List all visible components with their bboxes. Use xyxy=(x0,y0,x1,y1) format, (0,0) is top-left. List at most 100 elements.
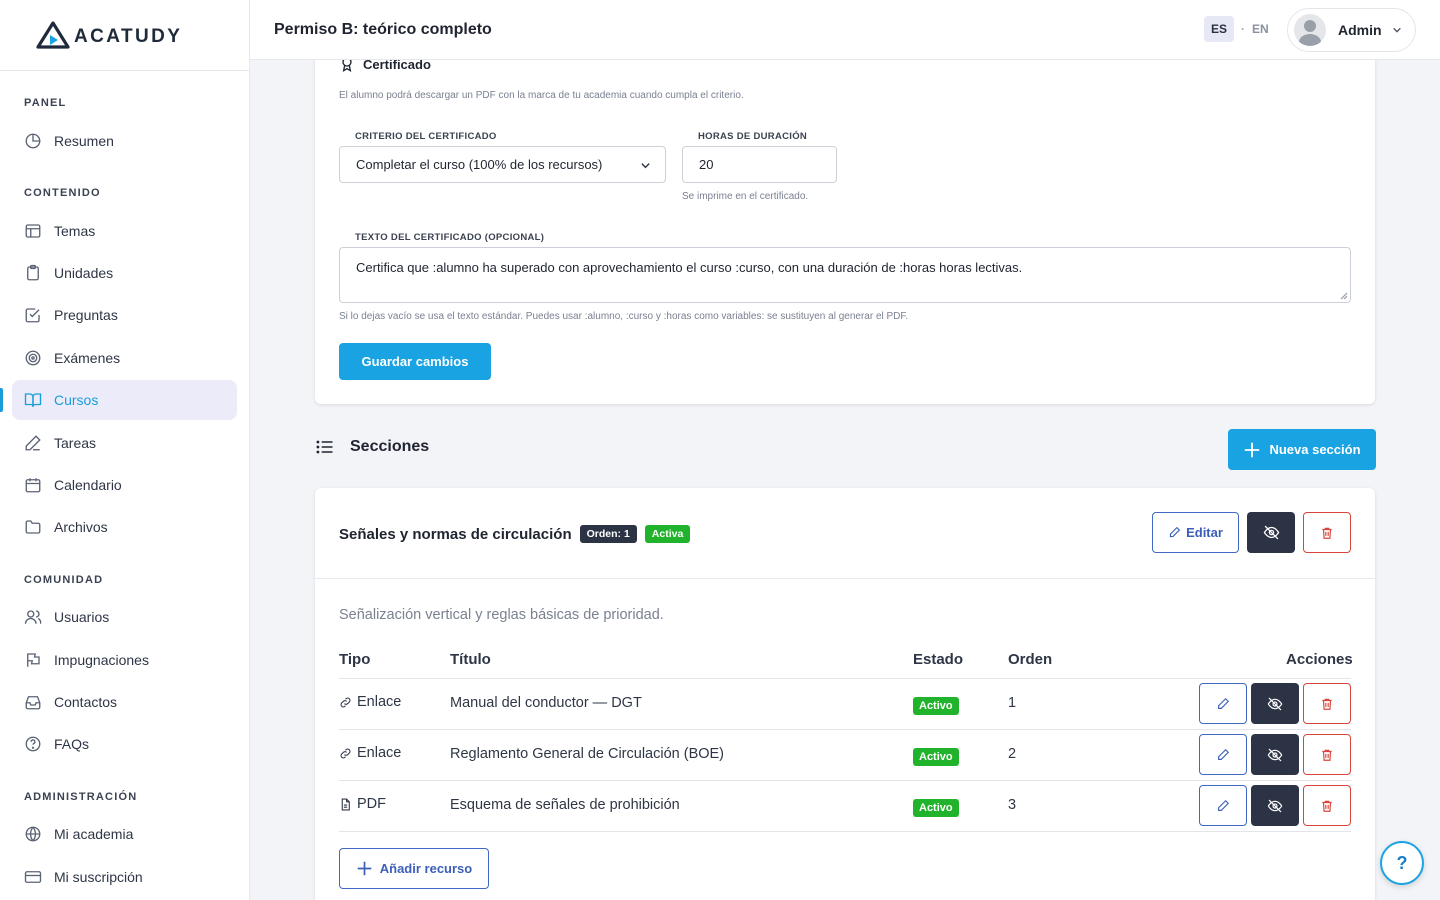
resize-handle-icon[interactable] xyxy=(1340,292,1348,300)
trash-icon xyxy=(1322,698,1332,710)
eye-off-icon xyxy=(1267,799,1283,812)
resource-type: PDF xyxy=(339,796,386,812)
resource-order: 2 xyxy=(1008,746,1017,762)
sidebar-item-label: Mi suscripción xyxy=(54,869,143,885)
column-header-estado: Estado xyxy=(913,651,964,668)
logo[interactable]: ACATUDY xyxy=(0,0,249,71)
column-header-tipo: Tipo xyxy=(339,651,371,668)
edit-resource-button[interactable] xyxy=(1199,734,1247,775)
criterion-select[interactable]: Completar el curso (100% de los recursos… xyxy=(339,146,666,183)
order-badge: Orden: 1 xyxy=(579,525,637,543)
user-name: Admin xyxy=(1338,22,1382,38)
hide-section-button[interactable] xyxy=(1247,512,1295,553)
sidebar-item-resumen[interactable]: Resumen xyxy=(12,121,237,161)
sidebar-item-temas[interactable]: Temas xyxy=(12,211,237,251)
sidebar-item-label: Impugnaciones xyxy=(54,652,149,668)
avatar xyxy=(1294,14,1326,46)
criterion-label: CRITERIO DEL CERTIFICADO xyxy=(355,131,497,142)
section-title-row: Señales y normas de circulación Orden: 1… xyxy=(339,525,691,543)
section-divider xyxy=(315,578,1375,579)
help-button[interactable]: ? xyxy=(1380,841,1424,885)
column-header-orden: Orden xyxy=(1008,651,1053,668)
edit-section-label: Editar xyxy=(1186,525,1223,540)
hours-label: HORAS DE DURACIÓN xyxy=(698,131,808,142)
row-divider xyxy=(339,831,1351,832)
edit-section-button[interactable]: Editar xyxy=(1152,512,1239,553)
eye-off-icon xyxy=(1263,525,1279,540)
sidebar-item-mi-academia[interactable]: Mi academia xyxy=(12,814,237,854)
sidebar-item-calendario[interactable]: Calendario xyxy=(12,465,237,505)
nav-section-comunidad: COMUNIDAD xyxy=(24,574,104,586)
sidebar-item-label: Unidades xyxy=(54,265,114,281)
sidebar-item-faqs[interactable]: FAQs xyxy=(12,724,237,764)
sidebar-item-usuarios[interactable]: Usuarios xyxy=(12,597,237,637)
hide-resource-button[interactable] xyxy=(1251,785,1299,826)
delete-resource-button[interactable] xyxy=(1303,785,1351,826)
column-header-acciones: Acciones xyxy=(1286,651,1353,668)
sidebar-item-archivos[interactable]: Archivos xyxy=(12,507,237,547)
hours-input[interactable]: 20 xyxy=(682,146,837,183)
lang-separator: · xyxy=(1241,22,1246,36)
lang-es-button[interactable]: ES xyxy=(1204,16,1235,42)
sidebar-item-label: Archivos xyxy=(54,519,108,535)
sidebar-item-mi-suscripcion[interactable]: Mi suscripción xyxy=(12,857,237,897)
edit-resource-button[interactable] xyxy=(1199,683,1247,724)
resource-order: 3 xyxy=(1008,797,1017,813)
resource-type: Enlace xyxy=(339,745,401,761)
trash-icon xyxy=(1322,800,1332,812)
sidebar-item-unidades[interactable]: Unidades xyxy=(12,253,237,293)
hours-value: 20 xyxy=(699,157,714,172)
delete-section-button[interactable] xyxy=(1303,512,1351,553)
chevron-down-icon xyxy=(641,163,650,169)
sidebar-item-impugnaciones[interactable]: Impugnaciones xyxy=(12,640,237,680)
sidebar-item-label: Contactos xyxy=(54,694,118,710)
delete-resource-button[interactable] xyxy=(1303,683,1351,724)
table-header-divider xyxy=(339,678,1351,679)
layout-icon xyxy=(25,224,41,238)
sidebar-item-label: FAQs xyxy=(54,736,90,752)
active-indicator xyxy=(0,388,3,412)
users-icon xyxy=(24,610,42,624)
book-open-icon xyxy=(24,393,42,407)
edit-resource-button[interactable] xyxy=(1199,785,1247,826)
add-resource-button[interactable]: Añadir recurso xyxy=(339,848,489,889)
sidebar: ACATUDY PANEL Resumen CONTENIDO Temas Un… xyxy=(0,0,250,900)
new-section-button[interactable]: Nueva sección xyxy=(1228,429,1376,470)
sidebar-item-label: Preguntas xyxy=(54,307,118,323)
hide-resource-button[interactable] xyxy=(1251,683,1299,724)
hide-resource-button[interactable] xyxy=(1251,734,1299,775)
sections-heading: Secciones xyxy=(315,437,429,457)
delete-resource-button[interactable] xyxy=(1303,734,1351,775)
certificate-card: Certificado El alumno podrá descargar un… xyxy=(315,40,1375,404)
resource-title: Manual del conductor — DGT xyxy=(450,695,642,711)
sidebar-item-contactos[interactable]: Contactos xyxy=(12,682,237,722)
plus-icon xyxy=(357,861,372,876)
folder-icon xyxy=(25,520,41,534)
sidebar-item-label: Mi academia xyxy=(54,826,134,842)
file-icon xyxy=(341,798,350,810)
clipboard-icon xyxy=(27,264,39,281)
sidebar-item-examenes[interactable]: Exámenes xyxy=(12,338,237,378)
section-description: Señalización vertical y reglas básicas d… xyxy=(339,607,664,623)
target-icon xyxy=(25,350,41,366)
sidebar-item-tareas[interactable]: Tareas xyxy=(12,423,237,463)
save-button[interactable]: Guardar cambios xyxy=(339,343,491,380)
resource-type-label: Enlace xyxy=(357,694,402,710)
new-section-label: Nueva sección xyxy=(1269,442,1361,457)
pie-chart-icon xyxy=(25,133,41,149)
sidebar-item-label: Temas xyxy=(54,223,96,239)
nav-section-contenido: CONTENIDO xyxy=(24,187,101,199)
user-menu[interactable]: Admin xyxy=(1287,8,1416,52)
resource-title: Esquema de señales de prohibición xyxy=(450,797,680,813)
link-icon xyxy=(340,697,351,707)
calendar-icon xyxy=(25,478,41,493)
sidebar-item-cursos[interactable]: Cursos xyxy=(12,380,237,420)
certificate-text-textarea[interactable]: Certifica que :alumno ha superado con ap… xyxy=(339,247,1351,303)
lang-en-button[interactable]: EN xyxy=(1252,22,1269,36)
status-badge: Activa xyxy=(644,525,691,543)
globe-icon xyxy=(25,826,41,842)
section-title: Señales y normas de circulación xyxy=(339,525,572,543)
sidebar-item-preguntas[interactable]: Preguntas xyxy=(12,295,237,335)
sidebar-item-label: Cursos xyxy=(54,392,99,408)
resource-type-label: PDF xyxy=(357,796,386,812)
